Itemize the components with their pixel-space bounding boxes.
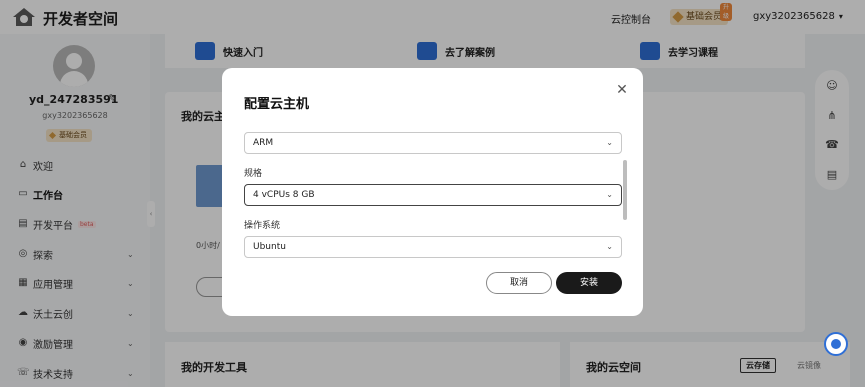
spec-select[interactable]: 4 vCPUs 8 GB ⌄ (244, 184, 622, 206)
dialog-title: 配置云主机 (244, 97, 310, 112)
configure-host-dialog: 配置云主机 ✕ ARM ⌄ 规格 4 vCPUs 8 GB ⌄ 操作系统 Ubu… (222, 68, 643, 316)
chevron-down-icon: ⌄ (606, 190, 613, 199)
cancel-button[interactable]: 取消 (486, 272, 552, 294)
assistant-icon (831, 339, 841, 349)
chevron-down-icon: ⌄ (606, 138, 613, 147)
assistant-button[interactable] (824, 332, 848, 356)
os-value: Ubuntu (253, 242, 286, 252)
os-select[interactable]: Ubuntu ⌄ (244, 236, 622, 258)
architecture-value: ARM (253, 138, 274, 148)
close-icon[interactable]: ✕ (615, 83, 629, 97)
dialog-scrollbar[interactable] (623, 160, 627, 220)
spec-value: 4 vCPUs 8 GB (253, 190, 315, 200)
os-label: 操作系统 (244, 221, 281, 231)
spec-label: 规格 (244, 169, 263, 179)
install-button[interactable]: 安装 (556, 272, 622, 294)
chevron-down-icon: ⌄ (606, 242, 613, 251)
architecture-select[interactable]: ARM ⌄ (244, 132, 622, 154)
